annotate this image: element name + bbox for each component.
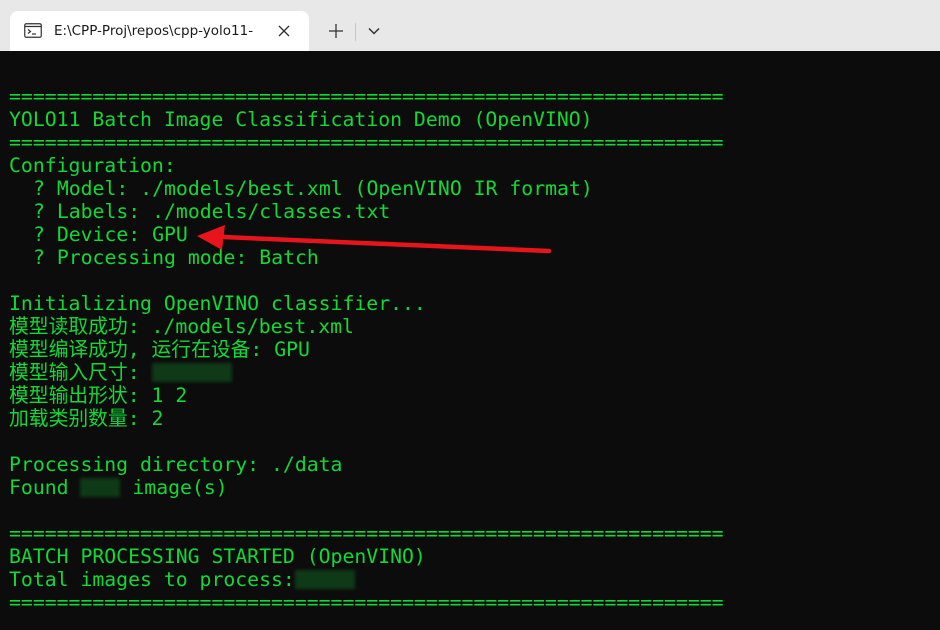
terminal-output[interactable]: ========================================…: [9, 85, 940, 630]
chevron-down-icon[interactable]: [360, 17, 388, 45]
config-model: ? Model: ./models/best.xml (OpenVINO IR …: [33, 177, 593, 200]
model-loaded-message: 模型读取成功: ./models/best.xml: [9, 315, 354, 338]
found-images-line: Found image(s): [9, 476, 940, 499]
found-label: Found: [9, 476, 81, 499]
red-arrow-annotation: [197, 225, 552, 254]
total-images-line: Total images to process:: [9, 568, 940, 591]
separator-line: ========================================…: [9, 591, 724, 614]
separator-line: ========================================…: [9, 85, 724, 108]
tab-bar: E:\CPP-Proj\repos\cpp-yolo11-: [0, 0, 940, 51]
input-size-line: 模型输入尺寸:: [9, 361, 940, 384]
found-suffix: image(s): [120, 476, 228, 499]
tab-active[interactable]: E:\CPP-Proj\repos\cpp-yolo11-: [10, 11, 309, 51]
tab-divider: [355, 23, 356, 41]
config-header: Configuration:: [9, 154, 176, 177]
plus-icon[interactable]: [322, 17, 350, 45]
redacted-value: [80, 478, 121, 497]
close-icon[interactable]: [274, 21, 294, 41]
terminal-window: E:\CPP-Proj\repos\cpp-yolo11- ==========…: [0, 0, 940, 630]
init-message: Initializing OpenVINO classifier...: [9, 292, 426, 315]
tab-title: E:\CPP-Proj\repos\cpp-yolo11-: [54, 23, 254, 39]
redacted-value: [294, 570, 355, 589]
class-count-line: 加载类别数量: 2: [9, 407, 164, 430]
separator-line: ========================================…: [9, 522, 724, 545]
terminal-icon: [24, 23, 42, 38]
model-compiled-message: 模型编译成功, 运行在设备: GPU: [9, 338, 310, 361]
output-shape-line: 模型输出形状: 1 2: [9, 384, 188, 407]
config-labels: ? Labels: ./models/classes.txt: [33, 200, 391, 223]
demo-title: YOLO11 Batch Image Classification Demo (…: [9, 108, 593, 131]
batch-started-line: BATCH PROCESSING STARTED (OpenVINO): [9, 545, 426, 568]
separator-line: ========================================…: [9, 131, 724, 154]
total-label: Total images to process:: [9, 568, 295, 591]
input-size-label: 模型输入尺寸:: [9, 361, 152, 384]
processing-dir-line: Processing directory: ./data: [9, 453, 343, 476]
redacted-value: [151, 363, 232, 382]
